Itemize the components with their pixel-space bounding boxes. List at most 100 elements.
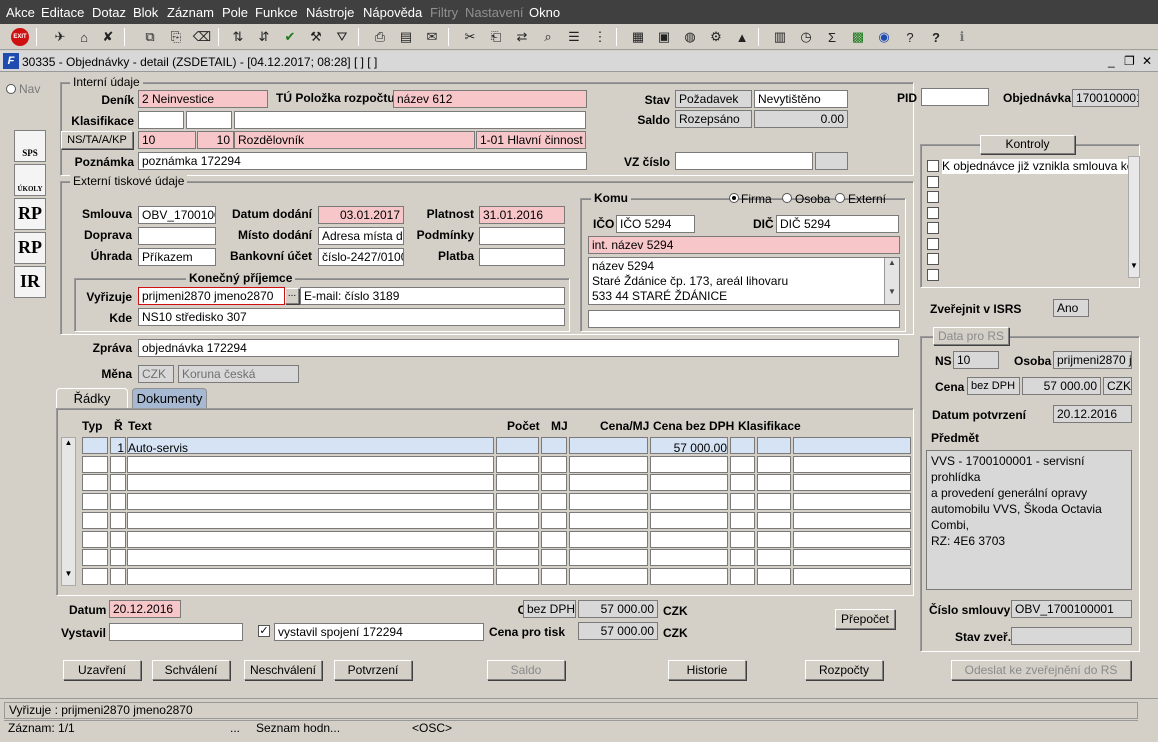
tu-field[interactable]: název 612	[393, 90, 587, 108]
world-icon[interactable]: ◉	[874, 27, 894, 47]
grid-cell-typ[interactable]	[82, 549, 108, 567]
new-record-icon[interactable]: ⌂	[74, 27, 94, 47]
nsta-button[interactable]: NS/TA/A/KP	[61, 131, 133, 149]
exit-icon[interactable]: EXIT	[10, 27, 30, 47]
grid-cell-cena-mj[interactable]	[569, 567, 648, 585]
grid-cell-cena-mj[interactable]	[569, 530, 648, 548]
clear-icon[interactable]: ⌫	[192, 27, 212, 47]
menu-editace[interactable]: Editace	[41, 5, 84, 20]
grid-cell-text[interactable]	[127, 493, 494, 511]
komu-extra-field[interactable]	[588, 310, 900, 328]
grid-scrollbar[interactable]: ▲ ▼	[61, 437, 76, 586]
grid-cell-klas-2[interactable]	[757, 567, 791, 585]
grid-cell-cena-bez-dph[interactable]	[650, 511, 728, 529]
grid-cell-klas-3[interactable]	[793, 493, 911, 511]
datum-dodani-field[interactable]: 03.01.2017	[318, 206, 404, 224]
copy-icon[interactable]: ⧉	[140, 27, 160, 47]
grid-cell-klas-1[interactable]	[730, 530, 755, 548]
kontroly-checkbox[interactable]	[927, 191, 939, 203]
ir-icon[interactable]: IR	[14, 266, 46, 298]
menu-nastroje[interactable]: Nástroje	[306, 5, 354, 20]
save-icon[interactable]: ▣	[654, 27, 674, 47]
tab-radky[interactable]: Řádky	[56, 388, 128, 408]
grid-cell-pocet[interactable]	[496, 437, 539, 454]
uzavreni-button[interactable]: Uzavření	[63, 660, 141, 680]
grid-cell-mj[interactable]	[541, 511, 567, 529]
dic-field[interactable]: DIČ 5294	[776, 215, 899, 233]
grid-cell-mj[interactable]	[541, 474, 567, 492]
check-icon[interactable]: ✔	[280, 27, 300, 47]
klasifikace-field-1[interactable]	[138, 111, 184, 129]
minimize-icon[interactable]: _	[1108, 54, 1115, 68]
gear-icon[interactable]: ⚙	[706, 27, 726, 47]
grid-cell-klas-3[interactable]	[793, 511, 911, 529]
grid-cell-text[interactable]	[127, 567, 494, 585]
neschvaleni-button[interactable]: Neschválení	[244, 660, 322, 680]
kontroly-checkbox[interactable]	[927, 175, 939, 188]
close-icon[interactable]: ✕	[1142, 54, 1152, 68]
sort-asc-icon[interactable]: ⇅	[228, 27, 248, 47]
grid-cell-r[interactable]	[110, 493, 126, 511]
menu-zaznam[interactable]: Záznam	[167, 5, 214, 20]
kontroly-checkbox[interactable]	[927, 160, 939, 172]
menu-funkce[interactable]: Funkce	[255, 5, 298, 20]
grid-cell-cena-mj[interactable]	[569, 549, 648, 567]
grid-cell-cena-mj[interactable]	[569, 455, 648, 473]
email-field[interactable]: E-mail: číslo 3189	[300, 287, 565, 305]
grid-cell-mj[interactable]	[541, 493, 567, 511]
grid-cell-klas-1[interactable]	[730, 493, 755, 511]
cinnost-field[interactable]: 1-01 Hlavní činnost	[476, 131, 586, 149]
prepocet-button[interactable]: Přepočet	[835, 609, 895, 629]
excel-icon[interactable]: ▩	[848, 27, 868, 47]
help-icon[interactable]: ?	[926, 27, 946, 47]
copy-record-icon[interactable]: ⎘	[166, 27, 186, 47]
adresa-field[interactable]: název 5294 Staré Ždánice čp. 173, areál …	[588, 257, 900, 305]
sort-desc-icon[interactable]: ⇵	[254, 27, 274, 47]
clock-icon[interactable]: ◷	[796, 27, 816, 47]
vz-field[interactable]	[675, 152, 813, 170]
kde-field[interactable]: NS10 středisko 307	[138, 308, 565, 326]
podminky-field[interactable]	[479, 227, 565, 245]
adresa-scrollbar[interactable]: ▲ ▼	[884, 258, 899, 304]
grid-cell-klas-3[interactable]	[793, 437, 911, 454]
grid-cell-mj[interactable]	[541, 549, 567, 567]
grid-cell-pocet[interactable]	[496, 530, 539, 548]
grid-cell-text[interactable]	[127, 474, 494, 492]
grid-cell-r[interactable]	[110, 567, 126, 585]
denik-field[interactable]: 2 Neinvestice	[138, 90, 268, 108]
menu-blok[interactable]: Blok	[133, 5, 158, 20]
grid-cell-mj[interactable]	[541, 567, 567, 585]
vystavil-checkbox[interactable]: ✓	[258, 625, 270, 637]
platba-field[interactable]	[479, 248, 565, 266]
grid-cell-cena-bez-dph[interactable]	[650, 567, 728, 585]
rozpocty-button[interactable]: Rozpočty	[805, 660, 883, 680]
grid-scroll-up-icon[interactable]: ▲	[62, 438, 75, 447]
rp-eu-icon[interactable]: RP	[14, 232, 46, 264]
grid-cell-klas-1[interactable]	[730, 474, 755, 492]
grid-cell-klas-3[interactable]	[793, 530, 911, 548]
grid-cell-cena-mj[interactable]	[569, 437, 648, 454]
kontroly-checkbox[interactable]	[927, 206, 939, 219]
grid-cell-klas-3[interactable]	[793, 455, 911, 473]
grid-cell-text[interactable]	[127, 511, 494, 529]
search-icon[interactable]: ⌕	[538, 27, 558, 47]
sps-icon[interactable]: SPS	[14, 130, 46, 162]
grid-cell-klas-3[interactable]	[793, 474, 911, 492]
grid-cell-pocet[interactable]	[496, 549, 539, 567]
info-icon[interactable]: ℹ	[952, 27, 972, 47]
scroll-down-icon[interactable]: ▼	[885, 287, 899, 296]
paste-icon[interactable]: ⎗	[486, 27, 506, 47]
grid-cell-r[interactable]	[110, 530, 126, 548]
menu-okno[interactable]: Okno	[529, 5, 560, 20]
nav-radio[interactable]	[6, 84, 16, 94]
grid-cell-r[interactable]	[110, 549, 126, 567]
poznamka-field[interactable]: poznámka 172294	[138, 152, 587, 170]
grid-cell-klas-3[interactable]	[793, 567, 911, 585]
grid-cell-cena-mj[interactable]	[569, 493, 648, 511]
rp-icon[interactable]: RP	[14, 198, 46, 230]
cut-icon[interactable]: ✂	[460, 27, 480, 47]
mail-icon[interactable]: ✉	[422, 27, 442, 47]
vystavil-spojeni-field[interactable]: vystavil spojení 172294	[274, 623, 484, 641]
ucet-field[interactable]: číslo-2427/0100	[318, 248, 404, 266]
list-icon[interactable]: ☰	[564, 27, 584, 47]
